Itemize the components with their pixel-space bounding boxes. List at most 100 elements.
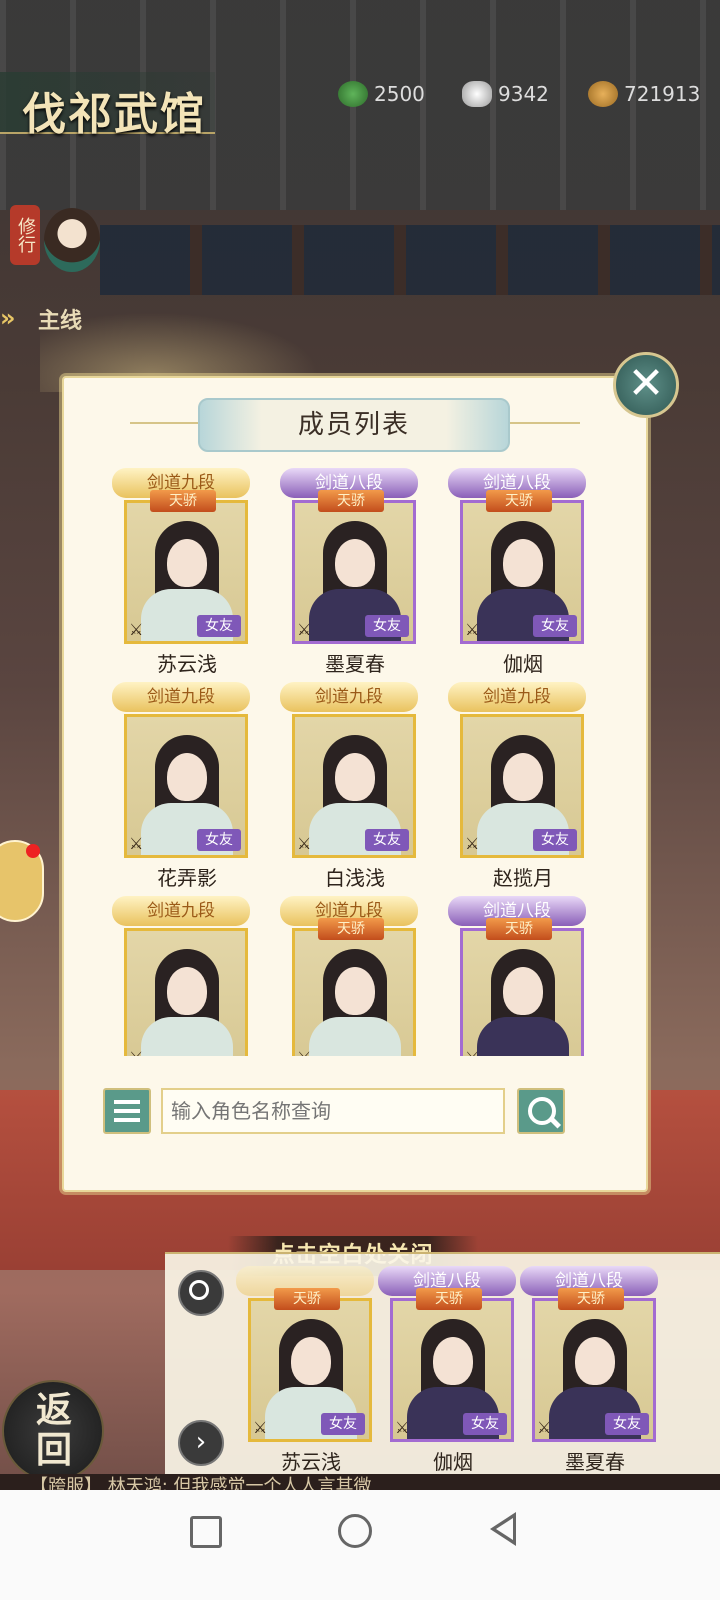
xiuxing-button[interactable]: 修行 [10,205,40,265]
close-button[interactable]: ✕ [613,352,679,418]
portrait-body [141,1017,233,1056]
character-portrait: ⚔ 女友 [460,500,584,644]
role-tag: 女友 [463,1413,507,1435]
character-name: 伽烟 [503,652,543,676]
character-name: 墨夏春 [565,1450,625,1474]
portrait-body [477,1017,569,1056]
role-tag: 女友 [533,829,577,851]
sword-icon: ⚔ [465,620,480,639]
list-toggle-button[interactable] [103,1088,151,1134]
role-tag: 女友 [197,829,241,851]
member-card[interactable]: 剑道八段 天骄 ⚔ 女友 伽烟 [448,466,586,676]
member-card[interactable]: 剑道九段 ⚔ 女友 赵揽月 [448,680,586,890]
sword-icon: ⚔ [129,834,144,853]
rank-badge: 剑道九段 [112,896,250,926]
rank-badge: 剑道九段 [112,682,250,712]
sword-icon: ⚔ [465,1049,483,1057]
strip-member-card[interactable]: 剑道八段 天骄 ⚔ 女友 伽烟 [378,1264,516,1474]
sword-icon: ⚔ [129,620,144,639]
list-icon [114,1100,140,1104]
chat-ticker[interactable]: 【跨服】 林天鸿: 但我感觉一个人人言其微 [0,1474,720,1490]
role-tag: 女友 [533,615,577,637]
portrait-face [167,539,207,587]
title-divider [130,422,200,424]
modal-title: 成员列表 [297,410,410,440]
portrait-face [503,753,543,801]
recent-apps-button[interactable] [190,1516,222,1548]
member-card[interactable]: 剑道八段天骄⚔ [448,894,586,1056]
portrait-face [335,753,375,801]
sword-icon: ⚔ [253,1418,268,1437]
character-name: 白浅浅 [325,866,385,890]
tianjiao-badge: 天骄 [318,490,384,512]
character-name: 苏云浅 [157,652,217,676]
member-card[interactable]: 剑道九段 ⚔ 女友 白浅浅 [280,680,418,890]
list-icon [114,1109,140,1113]
strip-member-card[interactable]: 剑道八段 天骄 ⚔ 女友 墨夏春 [520,1264,658,1474]
member-card[interactable]: 剑道八段 天骄 ⚔ 女友 墨夏春 [280,466,418,676]
character-name: 墨夏春 [325,652,385,676]
tianjiao-badge: 天骄 [318,918,384,940]
tianjiao-badge: 天骄 [150,490,216,512]
character-portrait: ⚔ [124,928,248,1056]
close-icon: ✕ [627,358,665,409]
portrait-face [575,1337,615,1385]
search-icon-handle [548,1116,562,1129]
tianjiao-badge: 天骄 [486,918,552,940]
rank-badge: 剑道九段 [280,682,418,712]
sword-icon: ⚔ [297,1049,315,1057]
strip-card-slot: 天骄 ⚔ 女友苏云浅 [236,1264,374,1474]
tianjiao-badge: 天骄 [416,1288,482,1310]
portrait-body [309,1017,401,1056]
tianjiao-badge: 天骄 [486,490,552,512]
sword-icon: ⚔ [395,1418,410,1437]
resource-copper[interactable]: 721913 [588,80,700,108]
notification-dot [26,844,40,858]
portrait-face [503,539,543,587]
character-portrait: ⚔ 女友 [124,714,248,858]
sword-icon: ⚔ [297,834,312,853]
tianjiao-badge: 天骄 [558,1288,624,1310]
character-name: 苏云浅 [281,1450,341,1474]
tianjiao-badge: 天骄 [274,1288,340,1310]
avatar[interactable] [44,208,100,272]
character-portrait: ⚔ 女友 [292,500,416,644]
back-button[interactable]: 返回 [2,1380,104,1482]
strip-member-card[interactable]: 天骄 ⚔ 女友苏云浅 [236,1264,374,1474]
title-divider [505,422,580,424]
search-button[interactable] [517,1088,565,1134]
resource-jade[interactable]: 2500 [338,80,425,108]
portrait-face [503,967,543,1015]
character-name: 赵揽月 [493,866,553,890]
silver-ingot-icon [462,81,492,107]
strip-next-button[interactable]: › [178,1420,224,1466]
back-nav-icon [496,1518,513,1540]
sword-icon: ⚔ [297,620,312,639]
character-portrait: ⚔ 女友 [532,1298,656,1442]
chat-bubble-button[interactable] [0,840,44,922]
search-input[interactable] [161,1088,505,1134]
character-portrait: ⚔ 女友 [248,1298,372,1442]
portrait-face [335,967,375,1015]
character-name: 花弄影 [157,866,217,890]
portrait-face [167,967,207,1015]
member-card[interactable]: 剑道九段 ⚔ [112,894,250,1056]
sword-icon: ⚔ [537,1418,552,1437]
resource-silver[interactable]: 9342 [462,80,549,108]
home-button[interactable] [338,1514,372,1548]
strip-search-button[interactable] [178,1270,224,1316]
portrait-face [433,1337,473,1385]
character-name: 伽烟 [433,1450,473,1474]
portrait-face [335,539,375,587]
character-portrait: ⚔ 女友 [460,714,584,858]
resource-value: 9342 [498,82,549,106]
character-portrait: ⚔ [292,928,416,1056]
chevron-right-icon: › [195,1427,207,1457]
chat-text: 【跨服】 林天鸿: 但我感觉一个人人言其微 [30,1476,372,1490]
window-row [100,225,720,295]
member-card[interactable]: 剑道九段 天骄 ⚔ 女友 苏云浅 [112,466,250,676]
member-card[interactable]: 剑道九段 ⚔ 女友花弄影 [112,680,250,890]
member-card[interactable]: 剑道九段天骄⚔ [280,894,418,1056]
strip-card-slot: 剑道八段 天骄 ⚔ 女友 伽烟 [378,1264,516,1474]
list-icon [114,1118,140,1122]
